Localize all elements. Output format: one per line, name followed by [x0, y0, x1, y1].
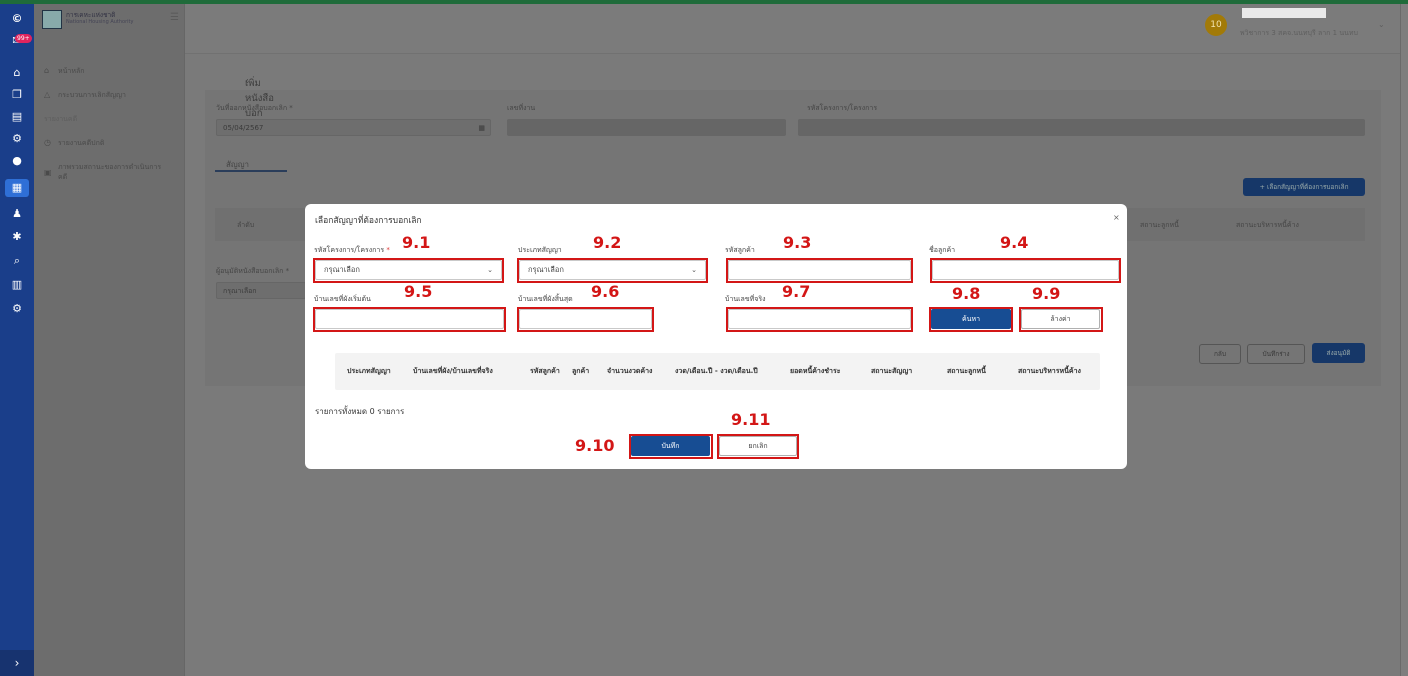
annotation-9-10: 9.10: [575, 436, 615, 455]
highlight-box-9-6: [517, 307, 654, 332]
sidebar-item-normal-case-report[interactable]: ◷ รายงานคดีปกติ: [44, 138, 179, 149]
house-end-label: บ้านเลขที่ผังสิ้นสุด: [518, 295, 573, 303]
approver-label: ผู้อนุมัติหนังสือบอกเลิก *: [216, 267, 290, 275]
annotation-9-4: 9.4: [1000, 233, 1029, 252]
settings-icon[interactable]: ⚙: [0, 130, 34, 148]
highlight-box-9-7: [726, 307, 913, 332]
table-header-cell: งวด/เดือน.ปี - งวด/เดือน.ปี: [675, 367, 758, 375]
select-contract-modal: เลือกสัญญาที่ต้องการบอกเลิก × รหัสโครงกา…: [305, 204, 1127, 469]
table-header-cell: ยอดหนี้ค้างชำระ: [790, 367, 841, 375]
chart-icon[interactable]: ▥: [0, 276, 34, 294]
cogs-icon[interactable]: ⚙: [0, 300, 34, 318]
user-icon[interactable]: ●: [0, 152, 34, 170]
annotation-9-3: 9.3: [783, 233, 812, 252]
table-header-cell: สถานะบริหารหนี้ค้าง: [1018, 367, 1081, 375]
app-logo-icon[interactable]: ©: [0, 10, 34, 28]
org-name-en: National Housing Authority: [66, 19, 134, 25]
results-table-header: ประเภทสัญญา บ้านเลขที่ผัง/บ้านเลขที่จริง…: [335, 353, 1100, 390]
annotation-9-11: 9.11: [731, 410, 771, 429]
annotation-9-8: 9.8: [952, 284, 981, 303]
dashboard-icon[interactable]: ▦: [5, 179, 29, 197]
highlight-box-9-1: [313, 258, 504, 283]
table-header-cell: บ้านเลขที่ผัง/บ้านเลขที่จริง: [413, 367, 493, 375]
user-role: พวิชาการ 3 สคจ.นนทบุรี ลาก 1 นนทบ: [1240, 29, 1358, 37]
user-name-redacted: [1242, 8, 1326, 18]
calendar-icon: ▦: [478, 124, 485, 132]
contract-type-label: ประเภทสัญญา: [518, 246, 562, 254]
annotation-9-6: 9.6: [591, 282, 620, 301]
search-icon[interactable]: ⌕: [0, 252, 34, 270]
highlight-box-9-8: [929, 307, 1013, 332]
annotation-9-9: 9.9: [1032, 284, 1061, 303]
user-avatar[interactable]: 10: [1205, 14, 1227, 36]
file-icon[interactable]: ▤: [0, 108, 34, 126]
table-header-cell: ลูกค้า: [572, 367, 590, 375]
table-header-cell: จำนวนงวดค้าง: [607, 367, 653, 375]
highlight-box-9-5: [313, 307, 506, 332]
doc-no-label: เลขที่งาน: [507, 104, 536, 112]
group-icon[interactable]: ♟: [0, 205, 34, 223]
bg-table-header-cell: สถานะบริหารหนี้ค้าง: [1236, 221, 1299, 229]
customer-name-label: ชื่อลูกค้า: [929, 246, 956, 254]
project-label: รหัสโครงการ/โครงการ: [807, 104, 878, 112]
clock-icon: ◷: [44, 138, 51, 147]
highlight-box-9-3: [726, 258, 913, 283]
highlight-box-9-10: [629, 434, 713, 459]
sidebar-item-home[interactable]: ⌂ หน้าหลัก: [44, 66, 179, 77]
highlight-box-9-4: [930, 258, 1121, 283]
gear-icon[interactable]: ✱: [0, 228, 34, 246]
back-button[interactable]: กลับ: [1199, 344, 1241, 364]
customer-code-label: รหัสลูกค้า: [725, 246, 755, 254]
page-title-bar: ‹ เพิ่มหนังสือบอกเลิก: [205, 58, 1365, 134]
annotation-9-2: 9.2: [593, 233, 622, 252]
project-field-label: รหัสโครงการ/โครงการ *: [314, 246, 390, 254]
date-input[interactable]: 05/04/2567 ▦: [216, 119, 491, 136]
annotation-9-5: 9.5: [404, 282, 433, 301]
doc-no-input: [507, 119, 786, 136]
copy-icon[interactable]: ❐: [0, 86, 34, 104]
annotation-9-1: 9.1: [402, 233, 431, 252]
page-scrollbar[interactable]: [1400, 4, 1408, 676]
user-menu-chevron-icon[interactable]: ⌄: [1378, 20, 1385, 29]
sidebar-item-termination-process[interactable]: △ กระบวนการเลิกสัญญา: [44, 90, 179, 101]
project-input: [798, 119, 1365, 136]
sidebar-item-case-overview[interactable]: ▣ ภาพรวมสถานะของการดำเนินการคดี: [44, 162, 168, 182]
icon-rail: © ✉ 99+ ⌂ ❐ ▤ ⚙ ● ▦ ♟ ✱ ⌕ ▥ ⚙ ›: [0, 4, 34, 676]
highlight-box-9-9: [1019, 307, 1103, 332]
submit-approval-button[interactable]: ส่งอนุมัติ: [1312, 343, 1365, 363]
results-total: รายการทั้งหมด 0 รายการ: [315, 407, 405, 416]
house-actual-label: บ้านเลขที่จริง: [725, 295, 766, 303]
home-icon[interactable]: ⌂: [0, 64, 34, 82]
date-label: วันที่ออกหนังสือบอกเลิก *: [216, 104, 293, 112]
bg-table-header-cell: สถานะลูกหนี้: [1140, 221, 1179, 229]
table-header-cell: สถานะลูกหนี้: [947, 367, 986, 375]
close-icon[interactable]: ×: [1113, 213, 1120, 222]
save-draft-button[interactable]: บันทึกร่าง: [1247, 344, 1305, 364]
org-logo: การเคหะแห่งชาติ National Housing Authori…: [42, 10, 179, 30]
annotation-9-7: 9.7: [782, 282, 811, 301]
table-header-cell: ประเภทสัญญา: [347, 367, 391, 375]
highlight-box-9-11: [717, 434, 799, 459]
expand-rail-chevron-icon[interactable]: ›: [0, 650, 34, 676]
document-icon: ▣: [44, 168, 52, 177]
notification-badge: 99+: [15, 34, 32, 43]
home-icon: ⌂: [44, 66, 50, 75]
highlight-box-9-2: [517, 258, 708, 283]
approver-select[interactable]: กรุณาเลือก: [216, 282, 306, 299]
house-start-label: บ้านเลขที่ผังเริ่มต้น: [314, 295, 371, 303]
add-contract-button[interactable]: + เลือกสัญญาที่ต้องการบอกเลิก: [1243, 178, 1365, 196]
org-logo-icon: [42, 10, 62, 29]
bg-table-header-cell: ลำดับ: [237, 221, 255, 229]
modal-title: เลือกสัญญาที่ต้องการบอกเลิก: [315, 216, 422, 226]
sidebar-section-case-report: รายงานคดี: [44, 115, 78, 123]
table-header-cell: สถานะสัญญา: [871, 367, 913, 375]
warning-icon: △: [44, 90, 51, 99]
sidebar: การเคหะแห่งชาติ National Housing Authori…: [34, 4, 185, 676]
tab-underline: [215, 170, 287, 172]
hamburger-icon[interactable]: ☰: [170, 12, 179, 23]
table-header-cell: รหัสลูกค้า: [530, 367, 560, 375]
